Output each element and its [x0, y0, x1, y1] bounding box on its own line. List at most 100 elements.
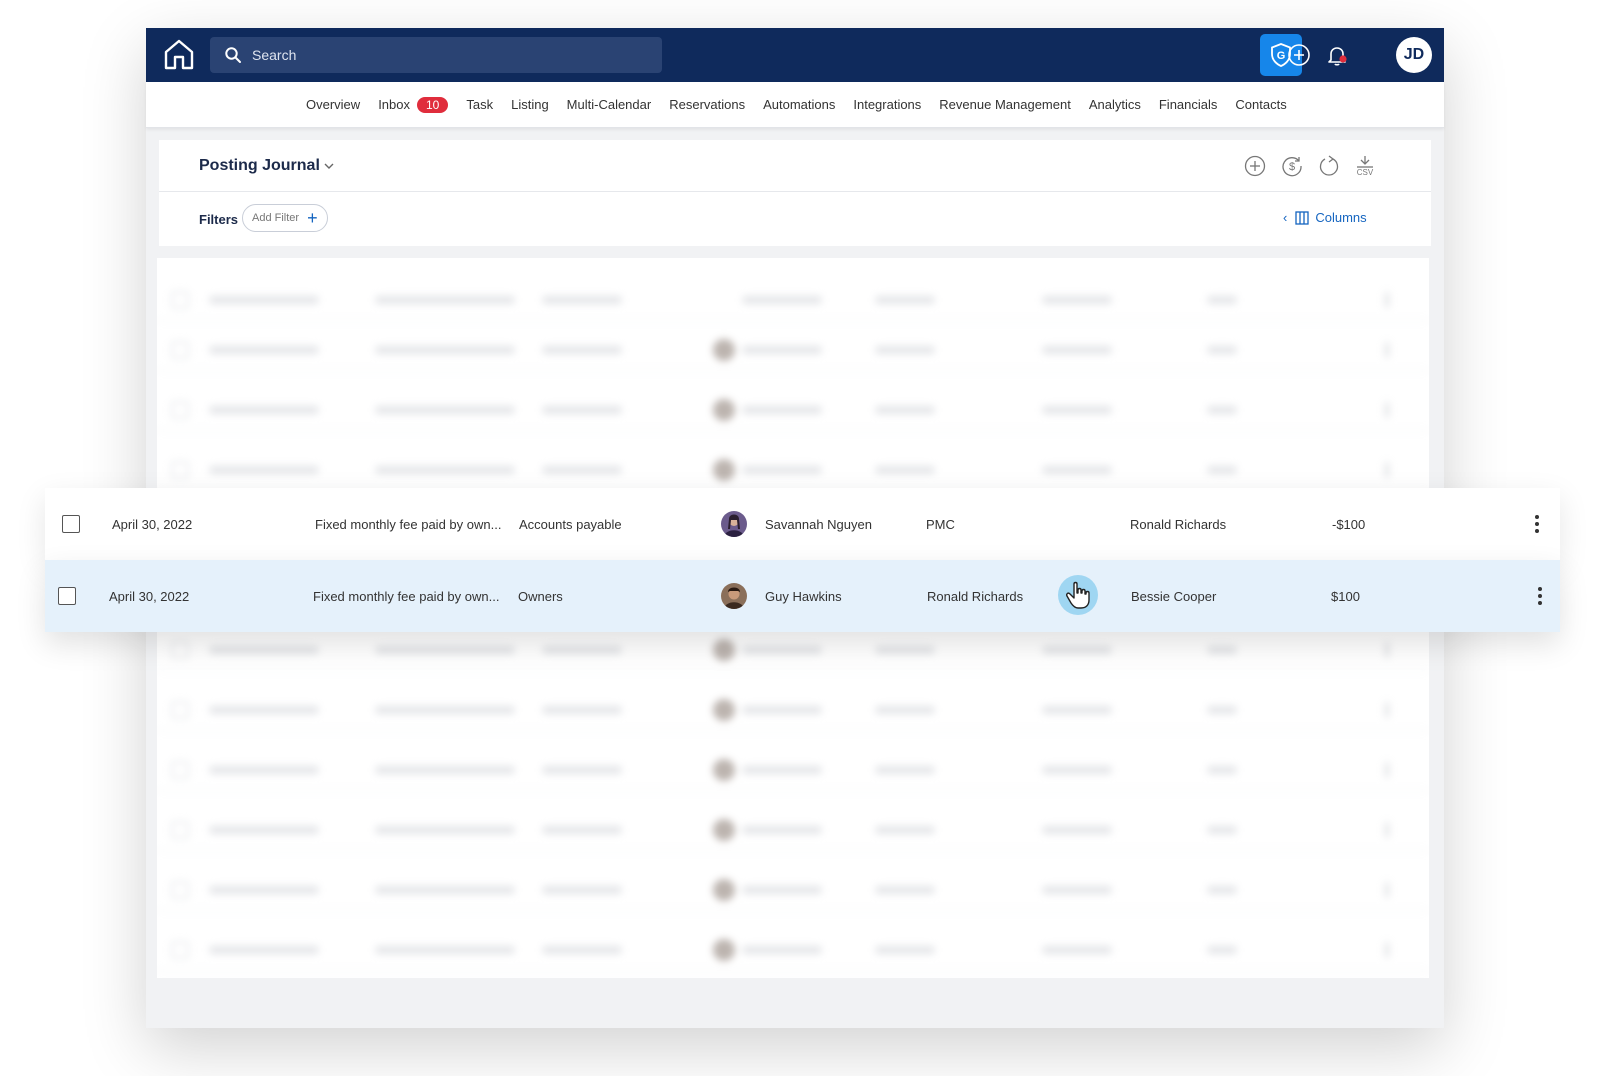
placeholder-checkbox — [171, 641, 189, 659]
placeholder-cell — [1042, 766, 1112, 774]
placeholder-cell — [542, 466, 622, 474]
add-filter-button[interactable]: Add Filter + — [242, 204, 328, 232]
chevron-down-icon[interactable] — [323, 160, 335, 172]
svg-text:G: G — [1277, 50, 1286, 62]
placeholder-cell — [375, 886, 515, 894]
nav-inbox[interactable]: Inbox 10 — [378, 96, 449, 113]
placeholder-cell — [875, 466, 935, 474]
nav-contacts[interactable]: Contacts — [1235, 97, 1286, 112]
placeholder-checkbox — [171, 941, 189, 959]
placeholder-cell — [1207, 296, 1237, 304]
row-divider — [157, 670, 1429, 671]
nav-overview[interactable]: Overview — [306, 97, 360, 112]
row-checkbox[interactable] — [58, 587, 76, 605]
placeholder-avatar — [713, 339, 735, 361]
nav-revenue-management[interactable]: Revenue Management — [939, 97, 1071, 112]
placeholder-cell — [875, 646, 935, 654]
nav-financials[interactable]: Financials — [1159, 97, 1218, 112]
search-icon — [225, 47, 241, 63]
placeholder-cell — [209, 646, 319, 654]
placeholder-cell — [742, 466, 822, 474]
table-row-highlighted[interactable]: April 30, 2022 Fixed monthly fee paid by… — [45, 560, 1560, 632]
table-row[interactable]: April 30, 2022 Fixed monthly fee paid by… — [45, 488, 1560, 560]
placeholder-cell — [209, 766, 319, 774]
placeholder-cell — [1207, 766, 1237, 774]
search-bar[interactable] — [210, 37, 662, 73]
placeholder-cell — [1042, 886, 1112, 894]
placeholder-cell — [209, 886, 319, 894]
row-divider — [157, 730, 1429, 731]
dollar-refresh-icon[interactable]: $ — [1280, 154, 1304, 178]
nav-task[interactable]: Task — [466, 97, 493, 112]
placeholder-cell — [1207, 886, 1237, 894]
journal-header: Posting Journal $ CSV — [159, 140, 1431, 192]
avatar — [721, 583, 747, 609]
placeholder-cell — [542, 346, 622, 354]
row-divider — [157, 910, 1429, 911]
more-options-icon[interactable] — [1535, 514, 1539, 535]
placeholder-cell — [375, 946, 515, 954]
home-logo-icon[interactable] — [162, 37, 196, 71]
row-checkbox[interactable] — [62, 515, 80, 533]
placeholder-checkbox — [171, 761, 189, 779]
placeholder-cell — [375, 766, 515, 774]
placeholder-cell — [742, 296, 822, 304]
add-icon[interactable] — [1286, 42, 1312, 68]
placeholder-avatar — [713, 759, 735, 781]
placeholder-cell — [742, 406, 822, 414]
hand-cursor-icon — [1058, 575, 1098, 615]
placeholder-cell — [209, 466, 319, 474]
placeholder-cell — [1207, 706, 1237, 714]
placeholder-cell — [209, 346, 319, 354]
plus-icon: + — [307, 208, 318, 228]
placeholder-cell — [542, 766, 622, 774]
placeholder-kebab — [1385, 462, 1389, 478]
nav-integrations[interactable]: Integrations — [853, 97, 921, 112]
inbox-count-badge: 10 — [417, 96, 449, 113]
placeholder-checkbox — [171, 401, 189, 419]
row-from: Ronald Richards — [927, 588, 1024, 604]
row-divider — [157, 320, 1429, 321]
download-csv-icon[interactable]: CSV — [1353, 154, 1377, 178]
placeholder-cell — [742, 826, 822, 834]
page-title[interactable]: Posting Journal — [199, 157, 320, 175]
placeholder-avatar — [713, 879, 735, 901]
nav-analytics[interactable]: Analytics — [1089, 97, 1141, 112]
more-options-icon[interactable] — [1538, 586, 1542, 607]
nav-listing[interactable]: Listing — [511, 97, 549, 112]
placeholder-cell — [1207, 406, 1237, 414]
placeholder-cell — [209, 706, 319, 714]
search-input[interactable] — [252, 47, 652, 63]
row-divider — [157, 430, 1429, 431]
placeholder-cell — [742, 886, 822, 894]
placeholder-cell — [742, 946, 822, 954]
placeholder-cell — [1042, 296, 1112, 304]
nav-multi-calendar[interactable]: Multi-Calendar — [567, 97, 652, 112]
placeholder-cell — [375, 826, 515, 834]
row-contact: Savannah Nguyen — [765, 516, 872, 532]
filters-label: Filters — [199, 212, 239, 227]
placeholder-cell — [742, 646, 822, 654]
row-account: Accounts payable — [519, 516, 622, 532]
placeholder-cell — [742, 706, 822, 714]
placeholder-cell — [875, 886, 935, 894]
placeholder-cell — [875, 946, 935, 954]
nav-reservations[interactable]: Reservations — [669, 97, 745, 112]
bell-icon[interactable] — [1324, 42, 1350, 68]
placeholder-cell — [542, 296, 622, 304]
placeholder-kebab — [1385, 402, 1389, 418]
placeholder-cell — [742, 766, 822, 774]
placeholder-avatar — [713, 819, 735, 841]
refresh-icon[interactable] — [1317, 154, 1341, 178]
columns-button[interactable]: ‹ Columns — [1283, 210, 1367, 225]
plus-circle-icon[interactable] — [1243, 154, 1267, 178]
placeholder-cell — [209, 946, 319, 954]
row-description: Fixed monthly fee paid by own... — [313, 588, 500, 604]
placeholder-cell — [542, 706, 622, 714]
user-avatar[interactable]: JD — [1396, 37, 1432, 73]
nav-automations[interactable]: Automations — [763, 97, 835, 112]
placeholder-cell — [542, 826, 622, 834]
chevron-left-icon: ‹ — [1283, 210, 1288, 225]
placeholder-cell — [375, 706, 515, 714]
placeholder-cell — [209, 406, 319, 414]
